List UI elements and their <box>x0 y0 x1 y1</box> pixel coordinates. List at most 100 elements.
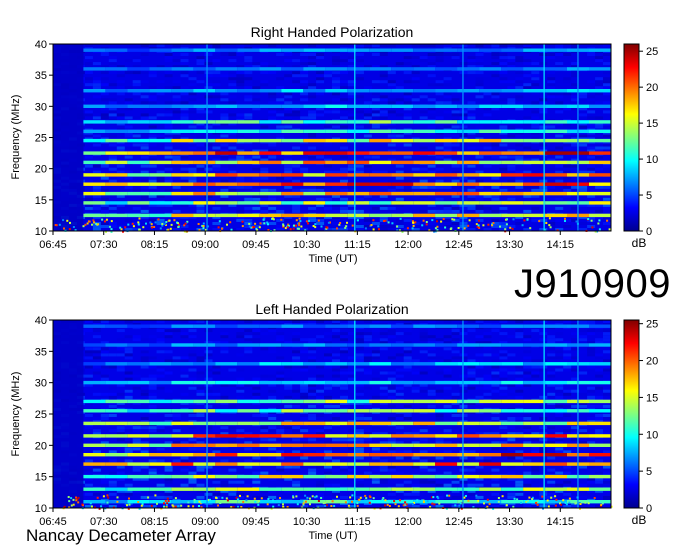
emission-band <box>149 151 172 155</box>
noise-cell <box>132 468 141 472</box>
noise-cell <box>603 495 611 499</box>
noise-cell <box>292 176 301 180</box>
noise-cell <box>499 374 508 378</box>
noise-cell <box>244 338 253 342</box>
emission-band <box>83 434 106 438</box>
noise-cell <box>244 113 253 117</box>
noise-cell <box>475 77 484 81</box>
noise-cell <box>507 167 516 171</box>
emission-band <box>171 129 194 133</box>
emission-band <box>281 409 304 413</box>
x-tick-label: 08:15 <box>141 239 169 251</box>
noise-cell <box>268 414 277 417</box>
noise-cell <box>236 134 245 138</box>
noise-cell <box>212 480 221 484</box>
noise-cell <box>284 459 293 463</box>
emission-band <box>391 453 414 457</box>
noise-cell <box>379 206 388 210</box>
noise-cell <box>395 471 404 475</box>
noise-cell <box>467 374 476 378</box>
noise-cell <box>507 62 516 66</box>
noise-cell <box>148 377 157 381</box>
speckle <box>377 225 380 228</box>
noise-cell <box>324 465 332 469</box>
noise-cell <box>268 438 277 442</box>
speckle <box>457 227 460 229</box>
emission-band <box>501 462 524 466</box>
noise-cell <box>483 206 492 210</box>
emission-band <box>193 129 216 133</box>
speckle <box>300 225 303 228</box>
noise-cell <box>595 125 604 129</box>
emission-band <box>457 129 480 133</box>
emission-band <box>259 201 282 205</box>
noise-cell <box>148 426 157 430</box>
noise-cell <box>236 116 245 120</box>
emission-band <box>545 453 568 457</box>
noise-cell <box>507 371 516 375</box>
noise-cell <box>435 116 444 120</box>
speckle <box>442 218 445 220</box>
noise-cell <box>188 56 197 60</box>
noise-cell <box>451 426 460 430</box>
noise-cell <box>483 465 492 469</box>
emission-band <box>523 399 546 404</box>
emission-band <box>237 324 260 328</box>
speckle <box>364 494 367 497</box>
noise-cell <box>292 480 301 484</box>
speckle <box>157 218 160 221</box>
noise-cell <box>228 404 237 408</box>
noise-cell <box>475 86 484 90</box>
emission-band <box>391 409 414 413</box>
noise-cell <box>212 447 221 451</box>
noise-cell <box>100 471 109 475</box>
noise-cell <box>475 80 484 84</box>
noise-cell <box>140 365 149 369</box>
noise-cell <box>515 456 524 460</box>
noise-cell <box>340 146 348 150</box>
speckle <box>164 223 167 226</box>
noise-cell <box>188 350 197 354</box>
noise-cell <box>523 209 532 213</box>
emission-band <box>545 487 568 491</box>
noise-cell <box>539 110 548 114</box>
noise-cell <box>236 143 245 147</box>
speckle <box>606 219 609 222</box>
noise-cell <box>212 209 221 213</box>
noise-cell <box>539 459 548 463</box>
noise-cell <box>491 95 500 99</box>
colorbar-gradient <box>623 43 640 232</box>
noise-cell <box>507 155 516 159</box>
speckle <box>173 219 176 222</box>
speckle <box>202 227 205 229</box>
noise-cell <box>603 429 611 433</box>
noise-cell <box>204 125 213 129</box>
noise-cell <box>108 110 117 114</box>
noise-cell <box>547 83 556 87</box>
noise-cell <box>116 471 125 475</box>
noise-cell <box>212 365 221 369</box>
noise-cell <box>435 164 444 168</box>
noise-cell <box>603 185 611 189</box>
noise-cell <box>419 395 428 399</box>
noise-cell <box>164 56 173 60</box>
emission-band <box>259 343 282 347</box>
noise-cell <box>491 417 500 420</box>
noise-cell <box>483 471 492 475</box>
noise-cell <box>244 71 253 75</box>
noise-cell <box>332 353 340 357</box>
noise-cell <box>467 101 476 105</box>
speckle <box>406 227 409 230</box>
noise-cell <box>164 371 173 375</box>
colorbar-tick-label: 20 <box>646 82 658 94</box>
emission-band <box>479 120 502 124</box>
noise-cell <box>587 395 596 399</box>
speckle <box>463 227 466 230</box>
noise-cell <box>531 206 540 210</box>
speckle <box>116 500 119 503</box>
noise-cell <box>108 101 117 105</box>
noise-cell <box>300 456 309 460</box>
noise-cell <box>539 62 548 66</box>
noise-cell <box>292 359 301 363</box>
emission-band <box>545 213 568 218</box>
